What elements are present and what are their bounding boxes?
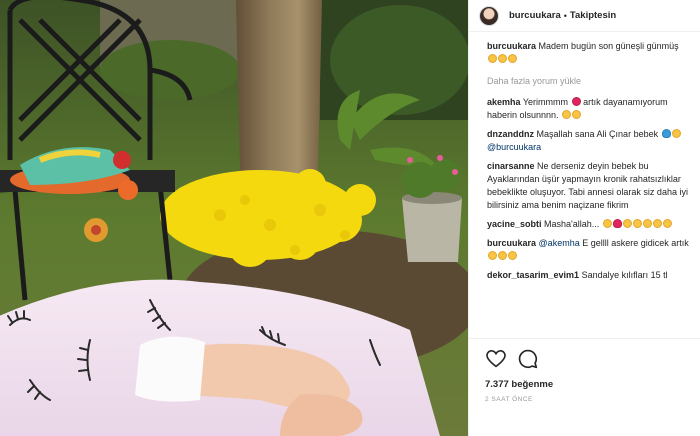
post-photo: [0, 0, 468, 436]
heart-eyes-emoji-icon: [602, 219, 612, 228]
comment-text: Yerimmmm: [522, 97, 569, 107]
comment-username[interactable]: akemha: [487, 97, 521, 107]
heart-emoji-icon: [612, 219, 622, 228]
caption-text: Madem bugün son güneşli günmüş: [538, 41, 679, 51]
comment-username[interactable]: burcuukara: [487, 238, 536, 248]
smile-emoji-icon: [632, 219, 642, 228]
comment-item: dnzanddnz Maşallah sana Ali Çınar bebek …: [487, 128, 691, 154]
avatar[interactable]: [479, 5, 499, 26]
comment-text: E gellll askere gidicek artık: [582, 238, 689, 248]
smile-emoji-icon: [662, 219, 672, 228]
smile-emoji-icon: [498, 251, 507, 260]
load-more-comments[interactable]: Daha fazla yorum yükle: [487, 76, 691, 86]
comment-mention[interactable]: @burcuukara: [487, 142, 541, 152]
author-username[interactable]: burcuukara: [509, 10, 561, 21]
comment-text: Sandalye kılıfları 15 tl: [581, 270, 668, 280]
comment-username[interactable]: dnzanddnz: [487, 129, 534, 139]
comment-text: Maşallah sana Ali Çınar bebek: [536, 129, 659, 139]
garden-scene: [0, 0, 468, 436]
post-header: burcuukara • Takiptesin: [469, 0, 700, 32]
comment-mention[interactable]: @akemha: [539, 238, 580, 248]
smile-emoji-icon: [671, 129, 681, 138]
caption-username[interactable]: burcuukara: [487, 41, 536, 51]
likes-count[interactable]: 7.377 beğenme: [485, 379, 691, 390]
post-caption: burcuukara Madem bugün son güneşli günmü…: [487, 40, 691, 66]
smile-emoji-icon: [622, 219, 632, 228]
comment-username[interactable]: cinarsanne: [487, 161, 535, 171]
action-icons-row: [485, 347, 691, 371]
heart-outline-icon[interactable]: [485, 348, 507, 370]
post-actions: 7.377 beğenme 2 SAAT ÖNCE: [469, 338, 700, 436]
smile-emoji-icon: [508, 251, 517, 260]
smile-emoji-icon: [562, 110, 572, 119]
smile-emoji-icon: [652, 219, 662, 228]
sunglasses-emoji-icon: [508, 54, 517, 63]
post-side-panel: burcuukara • Takiptesin burcuukara Madem…: [468, 0, 700, 436]
blue-heart-emoji-icon: [661, 129, 671, 138]
comment-item: burcuukara @akemha E gellll askere gidic…: [487, 237, 691, 263]
sun-emoji-icon: [498, 54, 507, 63]
comment-item: akemha Yerimmmm artık dayanamıyorum habe…: [487, 96, 691, 122]
speech-bubble-icon[interactable]: [517, 348, 539, 370]
comment-item: dekor_tasarim_evim1 Sandalye kılıfları 1…: [487, 269, 691, 282]
comment-item: yacine_sobti Masha'allah...: [487, 218, 691, 231]
separator-dot: •: [563, 10, 567, 21]
comments-list: burcuukara Madem bugün son güneşli günmü…: [469, 40, 700, 336]
follow-status[interactable]: Takiptesin: [570, 10, 616, 21]
comment-username[interactable]: yacine_sobti: [487, 219, 542, 229]
smile-emoji-icon: [642, 219, 652, 228]
comment-item: cinarsanne Ne derseniz deyin bebek bu Ay…: [487, 160, 691, 212]
comment-text: Masha'allah...: [544, 219, 600, 229]
smile-emoji-icon: [572, 110, 582, 119]
sun-emoji-icon: [488, 54, 497, 63]
pin-emoji-icon: [571, 97, 581, 106]
smile-emoji-icon: [488, 251, 497, 260]
comment-username[interactable]: dekor_tasarim_evim1: [487, 270, 579, 280]
post-timestamp: 2 SAAT ÖNCE: [485, 396, 533, 403]
